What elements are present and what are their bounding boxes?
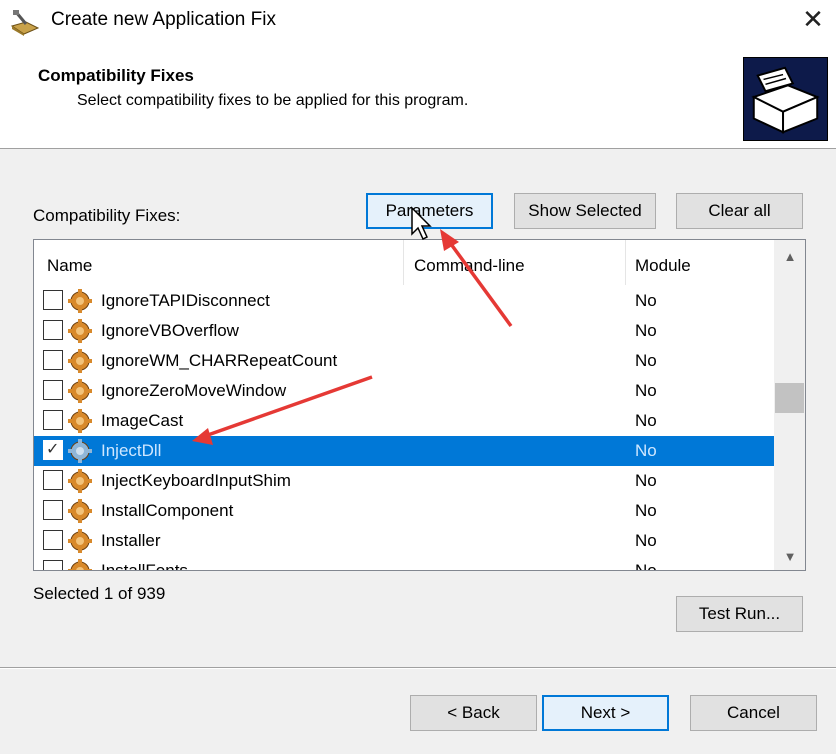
table-row[interactable]: IgnoreVBOverflow No [34, 316, 774, 346]
footer-divider [0, 667, 836, 669]
mouse-cursor-icon [411, 206, 432, 241]
application-fix-icon [10, 10, 40, 36]
list-header: Name Command-line Module [34, 240, 774, 285]
gear-icon [68, 529, 92, 553]
checkmark-icon: ✓ [46, 441, 60, 458]
gear-icon [68, 559, 92, 570]
column-header-name[interactable]: Name [47, 256, 92, 276]
column-divider [403, 240, 404, 285]
row-checkbox[interactable]: ✓ [43, 440, 63, 460]
page-subtitle: Select compatibility fixes to be applied… [77, 92, 469, 109]
row-module: No [635, 411, 657, 430]
row-name: IgnoreWM_CHARRepeatCount [101, 351, 338, 370]
table-row[interactable]: ImageCast No [34, 406, 774, 436]
close-icon: ✕ [802, 3, 824, 34]
row-name: InstallComponent [101, 501, 234, 520]
compatibility-fixes-label: Compatibility Fixes: [33, 206, 181, 225]
row-module: No [635, 291, 657, 310]
column-header-command-line[interactable]: Command-line [414, 256, 525, 276]
row-name: ImageCast [101, 411, 184, 430]
row-module: No [635, 441, 657, 460]
scroll-down-arrow-icon[interactable]: ▼ [774, 542, 805, 570]
cancel-button[interactable]: Cancel [690, 695, 817, 731]
gear-icon [68, 289, 92, 313]
table-row[interactable]: IgnoreZeroMoveWindow No [34, 376, 774, 406]
clear-all-button[interactable]: Clear all [676, 193, 803, 229]
gear-icon [68, 469, 92, 493]
row-checkbox[interactable] [43, 380, 63, 400]
row-name: Installer [101, 531, 161, 550]
scrollbar-thumb[interactable] [775, 383, 804, 413]
test-run-button[interactable]: Test Run... [676, 596, 803, 632]
row-checkbox[interactable] [43, 470, 63, 490]
row-checkbox[interactable] [43, 320, 63, 340]
row-name: IgnoreVBOverflow [101, 321, 239, 340]
gear-icon [68, 409, 92, 433]
wizard-header: Compatibility Fixes Select compatibility… [0, 44, 836, 149]
show-selected-button[interactable]: Show Selected [514, 193, 656, 229]
column-header-module[interactable]: Module [635, 256, 691, 276]
gear-icon [68, 439, 92, 463]
row-name: IgnoreZeroMoveWindow [101, 381, 287, 400]
table-row[interactable]: IgnoreWM_CHARRepeatCount No [34, 346, 774, 376]
row-checkbox[interactable] [43, 350, 63, 370]
row-checkbox[interactable] [43, 500, 63, 520]
title-bar: Create new Application Fix ✕ [0, 0, 836, 44]
row-module: No [635, 351, 657, 370]
row-module: No [635, 561, 657, 571]
table-row[interactable]: Installer No [34, 526, 774, 556]
selected-count: Selected 1 of 939 [33, 584, 166, 603]
row-checkbox[interactable] [43, 410, 63, 430]
gear-icon [68, 379, 92, 403]
page-title: Compatibility Fixes [38, 66, 194, 85]
row-name: InjectDll [101, 441, 162, 460]
window-title: Create new Application Fix [51, 9, 276, 30]
back-button[interactable]: < Back [410, 695, 537, 731]
row-module: No [635, 531, 657, 550]
column-divider [625, 240, 626, 285]
table-row[interactable]: ✓ InjectDll No [34, 436, 774, 466]
row-checkbox[interactable] [43, 530, 63, 550]
compatibility-fixes-list[interactable]: Name Command-line Module IgnoreTAPIDisco… [33, 239, 806, 571]
gear-icon [68, 499, 92, 523]
row-module: No [635, 321, 657, 340]
row-checkbox[interactable] [43, 560, 63, 570]
next-button[interactable]: Next > [542, 695, 669, 731]
close-button[interactable]: ✕ [790, 0, 836, 38]
table-row[interactable]: IgnoreTAPIDisconnect No [34, 286, 774, 316]
row-module: No [635, 501, 657, 520]
row-module: No [635, 471, 657, 490]
list-scrollbar[interactable]: ▲ ▼ [774, 240, 805, 570]
table-row[interactable]: InjectKeyboardInputShim No [34, 466, 774, 496]
gear-icon [68, 349, 92, 373]
scroll-up-arrow-icon[interactable]: ▲ [774, 242, 805, 270]
row-name: InstallFonts [101, 561, 188, 571]
row-module: No [635, 381, 657, 400]
wizard-box-icon [743, 57, 828, 141]
gear-icon [68, 319, 92, 343]
row-name: IgnoreTAPIDisconnect [101, 291, 270, 310]
row-checkbox[interactable] [43, 290, 63, 310]
table-row[interactable]: InstallFonts No [34, 556, 774, 571]
row-name: InjectKeyboardInputShim [101, 471, 291, 490]
table-row[interactable]: InstallComponent No [34, 496, 774, 526]
